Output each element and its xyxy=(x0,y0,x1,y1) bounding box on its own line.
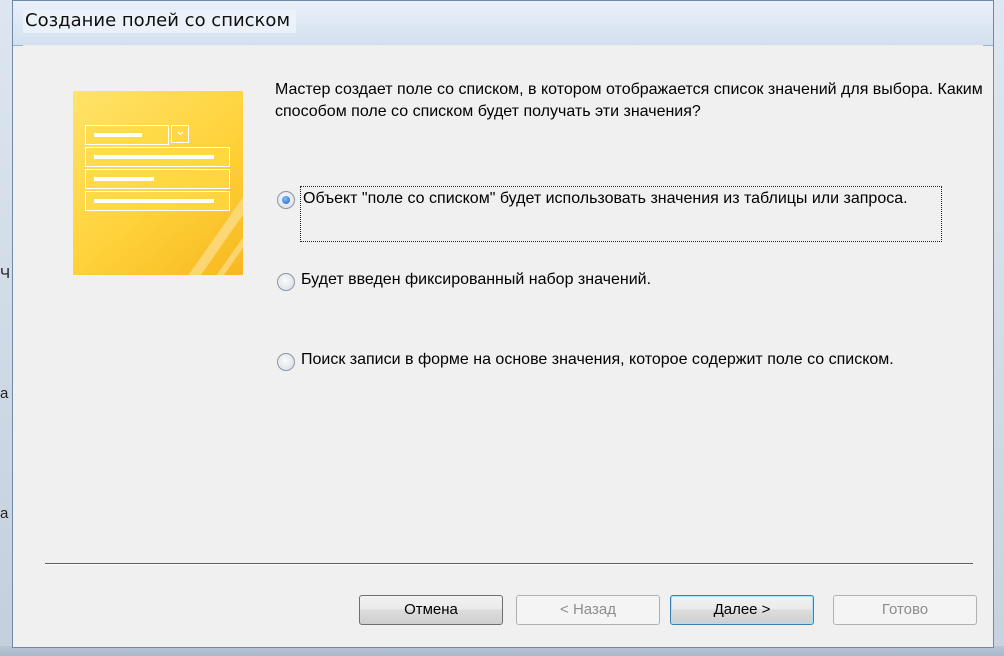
back-button[interactable]: < Назад xyxy=(516,595,660,625)
wizard-instructions: Мастер создает поле со списком, в которо… xyxy=(275,81,983,120)
option-label[interactable]: Будет введен фиксированный набор значени… xyxy=(301,269,651,291)
title-bar[interactable]: Создание полей со списком xyxy=(13,1,993,46)
background-text-fragment: а xyxy=(0,505,9,522)
option-label[interactable]: Объект "поле со списком" будет использов… xyxy=(300,186,942,242)
radio-button[interactable] xyxy=(277,353,295,371)
option-table-or-query[interactable]: Объект "поле со списком" будет использов… xyxy=(277,186,942,242)
dialog-title: Создание полей со списком xyxy=(23,10,297,33)
option-label[interactable]: Поиск записи в форме на основе значения,… xyxy=(301,349,941,371)
option-fixed-values[interactable]: Будет введен фиксированный набор значени… xyxy=(277,269,651,291)
radio-button[interactable] xyxy=(277,273,295,291)
combo-box-wizard-dialog: Создание полей со списком ⌄ Мастер созда… xyxy=(12,0,994,648)
background-app-right-edge xyxy=(994,0,1004,656)
finish-button[interactable]: Готово xyxy=(833,595,977,625)
next-button[interactable]: Далее > xyxy=(670,595,814,625)
combo-box-illustration-icon: ⌄ xyxy=(73,91,243,275)
separator-line xyxy=(45,563,973,565)
cancel-button[interactable]: Отмена xyxy=(359,595,503,625)
radio-button-selected[interactable] xyxy=(277,191,295,209)
background-text-fragment: а xyxy=(0,385,9,402)
wizard-content: ⌄ Мастер создает поле со списком, в кото… xyxy=(23,45,983,639)
option-find-record[interactable]: Поиск записи в форме на основе значения,… xyxy=(277,349,941,371)
background-text-fragment: Ч xyxy=(0,265,10,282)
